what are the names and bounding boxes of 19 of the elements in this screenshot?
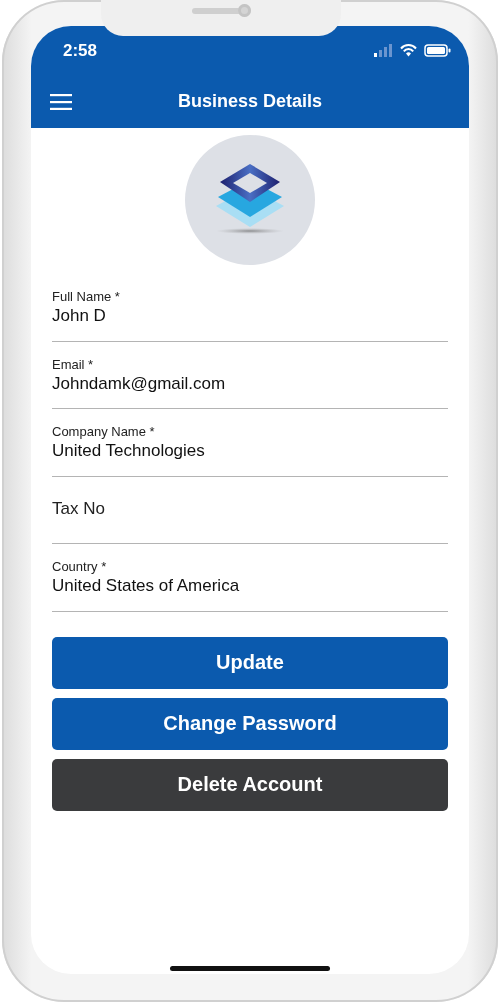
wifi-icon [400, 44, 417, 57]
delete-button[interactable]: Delete Account [52, 758, 448, 811]
field-label: Email * [52, 356, 95, 373]
page-title: Business Details [177, 91, 323, 111]
action-button[interactable]: Update [52, 636, 448, 689]
action-button[interactable]: Change Password [52, 697, 448, 750]
camera-lens [238, 4, 251, 17]
input-field[interactable]: United States of America [52, 575, 448, 612]
field-label: Full Name * [52, 289, 121, 305]
input-field[interactable]: Johndamk@gmail.com [52, 372, 448, 409]
input-field[interactable]: John D [52, 305, 448, 342]
battery-icon [424, 44, 451, 57]
input-field[interactable]: Tax No [52, 491, 448, 544]
input-field[interactable]: United Technologies [52, 440, 448, 477]
menu-icon[interactable] [50, 93, 72, 110]
signal-icon [374, 44, 393, 57]
status-time: 2:58 [63, 40, 98, 61]
field-label: Company Name * [52, 424, 156, 440]
field-label: Country * [52, 559, 108, 575]
